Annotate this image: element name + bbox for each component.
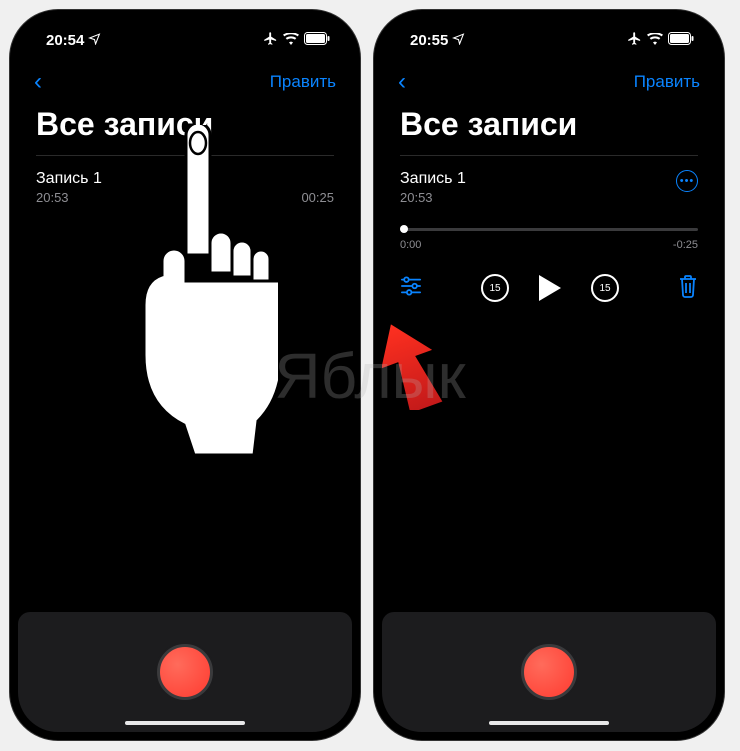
skip-back-label: 15	[489, 283, 500, 294]
airplane-icon	[263, 31, 278, 50]
recording-title: Запись 1	[400, 170, 466, 188]
recordings-list: Запись 1 20:53 ••• 0:00 -0:25	[382, 155, 716, 612]
battery-icon	[304, 32, 330, 49]
home-indicator[interactable]	[125, 721, 245, 725]
wifi-icon	[283, 32, 299, 49]
divider	[400, 155, 698, 156]
page-title: Все записи	[18, 102, 352, 155]
back-button[interactable]: ‹	[398, 68, 406, 96]
wifi-icon	[647, 32, 663, 49]
battery-icon	[668, 32, 694, 49]
back-button[interactable]: ‹	[34, 68, 42, 96]
recording-row-expanded: Запись 1 20:53 ••• 0:00 -0:25	[400, 164, 698, 309]
edit-button[interactable]: Править	[634, 72, 700, 92]
record-toolbar	[382, 612, 716, 732]
scrubber-thumb[interactable]	[400, 225, 408, 233]
notch	[474, 18, 624, 44]
recording-time: 20:53	[400, 190, 466, 205]
status-time: 20:55	[410, 32, 448, 49]
recording-row[interactable]: Запись 1 20:53 00:25	[36, 164, 334, 211]
delete-button[interactable]	[678, 274, 698, 303]
home-indicator[interactable]	[489, 721, 609, 725]
arrow-annotation	[382, 320, 446, 415]
divider	[36, 155, 334, 156]
airplane-icon	[627, 31, 642, 50]
play-button[interactable]	[537, 273, 563, 303]
page-title: Все записи	[382, 102, 716, 155]
player-controls: 15 15	[400, 273, 698, 303]
playback-settings-button[interactable]	[400, 276, 422, 301]
remaining-time: -0:25	[673, 239, 698, 251]
location-icon	[88, 32, 101, 49]
record-button[interactable]	[521, 644, 577, 700]
screen-left: 20:54 ‹ Править Все записи	[18, 18, 352, 732]
edit-button[interactable]: Править	[270, 72, 336, 92]
ellipsis-icon: •••	[680, 175, 695, 187]
skip-forward-15-button[interactable]: 15	[591, 274, 619, 302]
location-icon	[452, 32, 465, 49]
elapsed-time: 0:00	[400, 239, 421, 251]
nav-bar: ‹ Править	[18, 62, 352, 102]
recordings-list: Запись 1 20:53 00:25	[18, 155, 352, 612]
record-toolbar	[18, 612, 352, 732]
notch	[110, 18, 260, 44]
nav-bar: ‹ Править	[382, 62, 716, 102]
phone-right: 20:55 ‹ Править Все записи	[374, 10, 724, 740]
recording-duration: 00:25	[301, 190, 334, 205]
more-options-button[interactable]: •••	[676, 170, 698, 192]
status-time: 20:54	[46, 32, 84, 49]
playback-scrubber[interactable]	[400, 223, 698, 235]
phone-left: 20:54 ‹ Править Все записи	[10, 10, 360, 740]
scrubber-track	[400, 228, 698, 231]
recording-time: 20:53	[36, 190, 69, 205]
record-button[interactable]	[157, 644, 213, 700]
recording-title: Запись 1	[36, 170, 334, 188]
skip-forward-label: 15	[599, 283, 610, 294]
skip-back-15-button[interactable]: 15	[481, 274, 509, 302]
screen-right: 20:55 ‹ Править Все записи	[382, 18, 716, 732]
